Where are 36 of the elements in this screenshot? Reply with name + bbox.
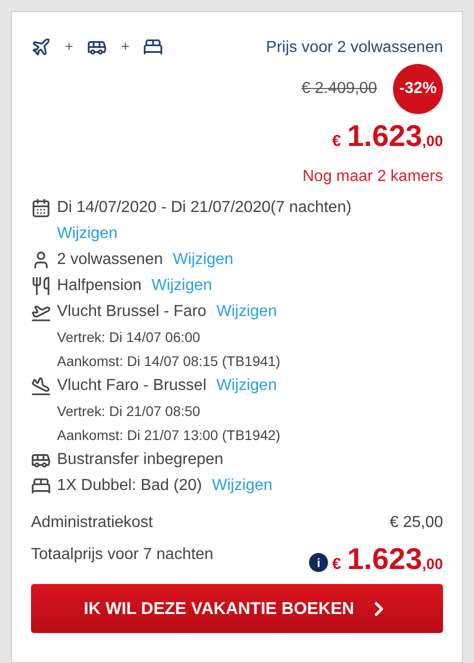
plus-sign: +: [65, 37, 74, 56]
detail-text: Vlucht Faro - Brussel: [57, 376, 206, 396]
detail-text: Halfpension: [57, 276, 142, 296]
flight-time: Aankomst: Di 21/07 13:00 (TB1942): [57, 426, 282, 445]
detail-text: Bustransfer inbegrepen: [57, 450, 224, 470]
plane-icon: [31, 36, 51, 56]
calendar-icon: [31, 198, 51, 218]
change-link[interactable]: Wijzigen: [216, 301, 277, 323]
availability-note: Nog maar 2 kamers: [302, 167, 443, 187]
admin-value: € 25,00: [390, 513, 443, 533]
old-price: € 2.409,00: [301, 79, 377, 99]
total-label: Totaalprijs voor 7 nachten: [31, 545, 214, 565]
bed-icon: [31, 476, 51, 496]
flight-time: Vertrek: Di 21/07 08:50: [57, 402, 202, 421]
detail-text: Di 14/07/2020 - Di 21/07/2020(7 nachten): [57, 198, 352, 218]
plus-sign: +: [121, 37, 130, 56]
change-link[interactable]: Wijzigen: [172, 249, 234, 271]
price: € 1.623,00: [332, 119, 443, 155]
change-link[interactable]: Wijzigen: [57, 223, 118, 245]
flight-time: Aankomst: Di 14/07 08:15 (TB1941): [57, 352, 282, 371]
discount-badge: -32%: [393, 64, 443, 114]
fork-knife-icon: [31, 276, 51, 296]
detail-text: Vlucht Brussel - Faro: [57, 302, 206, 322]
bed-icon: [143, 36, 164, 56]
change-link[interactable]: Wijzigen: [212, 475, 272, 497]
info-icon[interactable]: i: [309, 553, 328, 572]
change-link[interactable]: Wijzigen: [216, 375, 277, 397]
plane-landing-icon: [31, 376, 51, 396]
detail-text: 1X Dubbel: Bad (20): [57, 476, 202, 496]
change-link[interactable]: Wijzigen: [152, 275, 212, 297]
book-button[interactable]: IK WIL DEZE VAKANTIE BOEKEN: [31, 584, 443, 633]
price-label: Prijs voor 2 volwassenen: [266, 38, 443, 58]
admin-label: Administratiekost: [31, 513, 153, 533]
flight-time: Vertrek: Di 14/07 06:00: [57, 328, 202, 347]
detail-text: 2 volwassenen: [57, 250, 163, 270]
total-price: € 1.623,00: [332, 542, 443, 578]
